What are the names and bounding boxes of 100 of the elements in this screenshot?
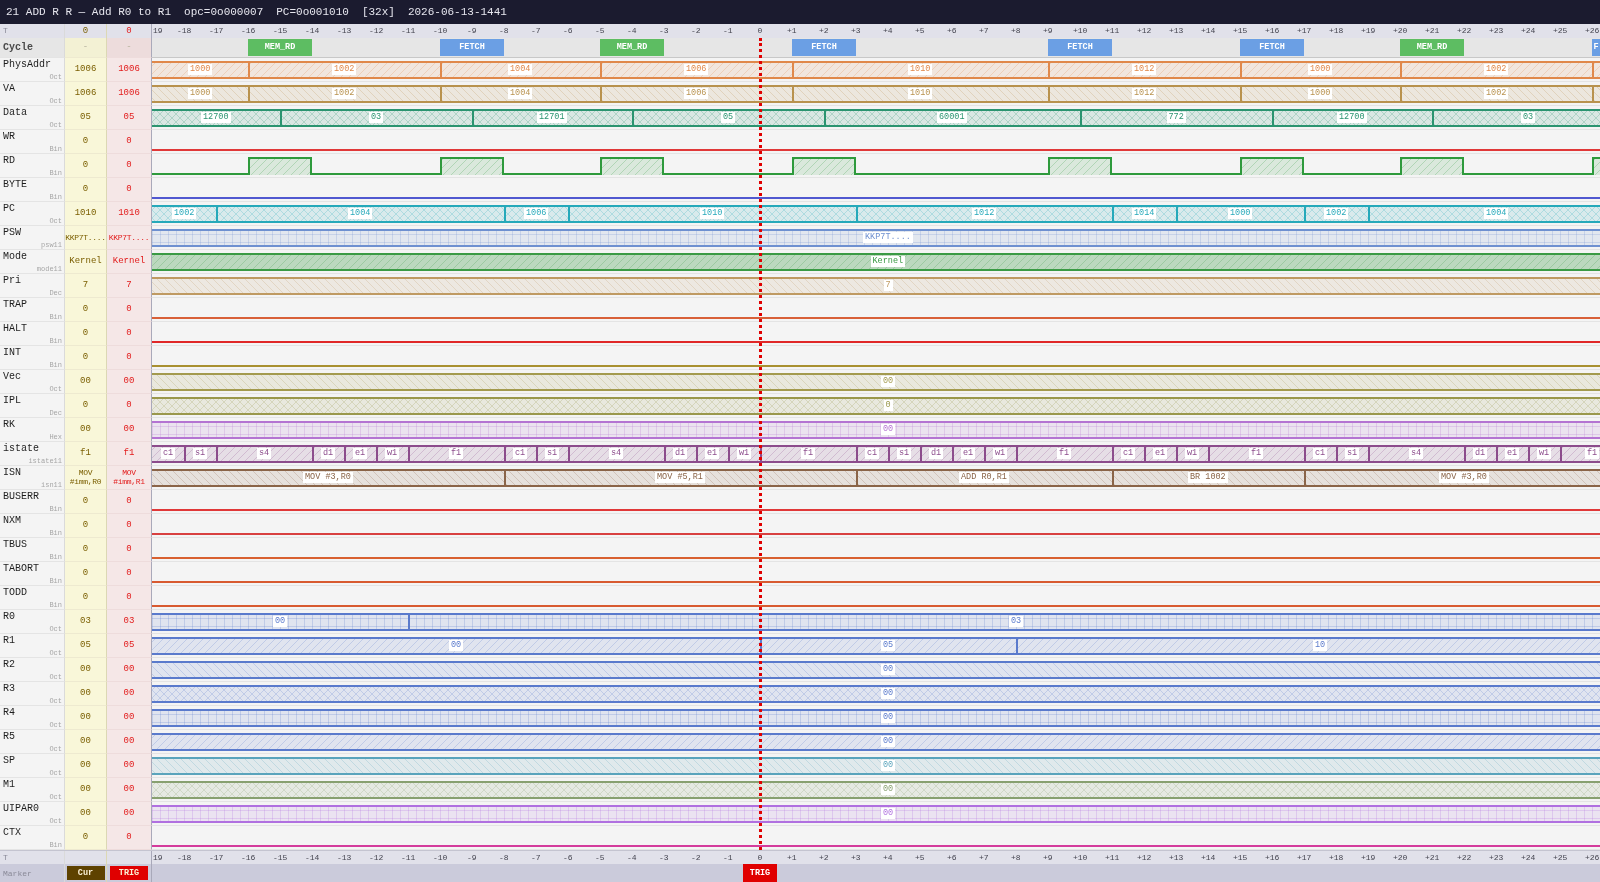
axis-tick-label: -10 [433, 25, 448, 37]
axis-tick-label: +5 [915, 851, 925, 864]
signal-name: RD [3, 154, 15, 167]
cursor-value: 0 [82, 520, 89, 531]
signal-name: istate [3, 442, 39, 455]
marker-button[interactable]: Cur [66, 866, 105, 881]
axis-tick-label: +25 [1553, 851, 1568, 864]
axis-tick-label: -6 [563, 25, 573, 37]
cycle-phase-block: FETCH [1240, 38, 1304, 56]
bus-value: 00 [881, 807, 896, 819]
bus-value: e1 [1153, 447, 1168, 459]
cycle-phase-block: F [1592, 38, 1600, 56]
bus-value: 03 [1009, 615, 1024, 627]
trigger-value: 0 [126, 520, 132, 531]
cursor-value: 1006 [74, 64, 97, 75]
cursor-value: 1010 [74, 208, 97, 219]
trigger-value: 00 [123, 712, 135, 723]
bus-value: s4 [609, 447, 624, 459]
axis-tick-label: +7 [979, 25, 989, 37]
signal-name: R1 [3, 634, 15, 647]
cursor-value: 00 [80, 712, 91, 723]
axis-tick-label: -15 [273, 851, 288, 864]
bus-value: e1 [1505, 447, 1520, 459]
bus-value: 00 [881, 423, 896, 435]
bus-value: MOV #3,R0 [1439, 471, 1489, 483]
signal-name: R3 [3, 682, 15, 695]
bus-value: 1004 [508, 87, 533, 99]
trigger-value: KKP7T.... [108, 232, 150, 242]
time-axis-label: T [3, 26, 9, 37]
cursor-value: f1 [80, 448, 91, 459]
signal-name: TABORT [3, 562, 39, 575]
axis-tick-label: +21 [1425, 851, 1440, 864]
window-title: 21 ADD R R — Add R0 to R1 [6, 5, 172, 20]
axis-tick-label: +11 [1105, 25, 1120, 37]
trigger-value: 00 [123, 808, 135, 819]
trigger-value: 0 [126, 160, 132, 171]
bus-value: f1 [1057, 447, 1072, 459]
axis-tick-label: +14 [1201, 25, 1216, 37]
bus-value: 1000 [188, 87, 213, 99]
bus-value: 12701 [537, 111, 567, 123]
bus-value: e1 [705, 447, 720, 459]
trigger-value: f1 [123, 448, 135, 459]
cursor-value: 00 [80, 784, 91, 795]
marker-button[interactable]: TRIG [110, 866, 148, 881]
timestamp-text: 2026-06-13-1441 [407, 5, 507, 20]
bus-value: 00 [881, 375, 896, 387]
axis-tick-label: +24 [1521, 851, 1536, 864]
axis-tick-label: +12 [1137, 851, 1152, 864]
axis-tick-label: +10 [1073, 851, 1088, 864]
axis-tick-label: -9 [467, 851, 477, 864]
axis-tick-label: -3 [659, 25, 669, 37]
axis-tick-label: +25 [1553, 25, 1568, 37]
cursor-value: 0 [82, 352, 89, 363]
axis-tick-label: -10 [433, 851, 448, 864]
cursor-value: 1006 [74, 88, 97, 99]
signal-name: UIPAR0 [3, 802, 39, 815]
bus-value: 1010 [908, 63, 933, 75]
bus-value: Kernel [870, 255, 906, 267]
program-counter-text: PC=0o001010 [276, 5, 349, 20]
trigger-value: 00 [123, 688, 135, 699]
axis-tick-label: +20 [1393, 851, 1408, 864]
axis-tick-label: +13 [1169, 25, 1184, 37]
bus-value: 1012 [972, 207, 997, 219]
trigger-time: 0 [126, 25, 132, 36]
signal-name: VA [3, 82, 15, 95]
trigger-value: 7 [126, 280, 132, 291]
trigger-value: 0 [126, 304, 132, 315]
cursor-value: 7 [82, 280, 89, 291]
bus-value: 00 [881, 663, 896, 675]
signal-name: PC [3, 202, 15, 215]
signal-name: R2 [3, 658, 15, 671]
bus-value: 0 [883, 399, 893, 411]
axis-tick-label: +16 [1265, 25, 1280, 37]
bus-value: 00 [881, 711, 896, 723]
signal-name: SP [3, 754, 15, 767]
cursor-value: 05 [80, 640, 91, 651]
trigger-value: 0 [126, 184, 132, 195]
bus-value: 1012 [1132, 63, 1157, 75]
axis-tick-label: +2 [819, 851, 829, 864]
bus-value: 1014 [1132, 207, 1157, 219]
bus-value: d1 [673, 447, 688, 459]
axis-tick-label: -13 [337, 25, 352, 37]
axis-tick-label: -8 [499, 25, 509, 37]
cursor-value: 0 [82, 544, 89, 555]
bus-value: 1012 [1132, 87, 1157, 99]
axis-tick-label: -8 [499, 851, 509, 864]
trigger-value: 00 [123, 784, 135, 795]
bus-value: c1 [1313, 447, 1328, 459]
axis-tick-label: +15 [1233, 851, 1248, 864]
bus-value: 1002 [172, 207, 197, 219]
signal-name: R4 [3, 706, 15, 719]
cursor-value: 00 [80, 760, 91, 771]
axis-tick-label: -5 [595, 851, 605, 864]
axis-tick-label: +15 [1233, 25, 1248, 37]
axis-tick-label: +1 [787, 25, 797, 37]
trigger-value: 00 [123, 664, 135, 675]
bus-value: 1010 [700, 207, 725, 219]
bus-value: 00 [449, 639, 464, 651]
bus-value: s1 [1345, 447, 1360, 459]
axis-tick-label: +22 [1457, 25, 1472, 37]
